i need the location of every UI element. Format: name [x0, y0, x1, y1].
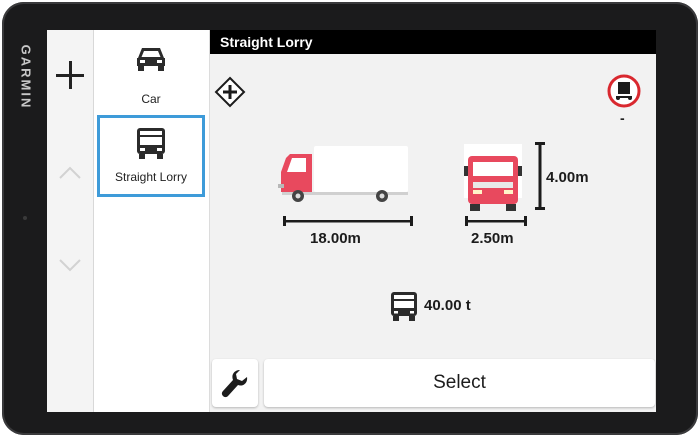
light-sensor [23, 216, 27, 220]
vehicle-details-panel: - 18.00m 2.50m 4.00m 40.00 t Select [210, 54, 656, 412]
vehicle-item-label: Straight Lorry [114, 170, 188, 184]
axle-restriction-value: - [620, 110, 625, 126]
vehicle-profile-list: Car Straight Lorry [94, 30, 210, 412]
height-dimension-line [535, 142, 545, 210]
width-value: 2.50m [471, 230, 514, 247]
page-title: Straight Lorry [220, 34, 313, 50]
car-icon [137, 48, 165, 71]
length-value: 18.00m [310, 230, 361, 247]
header-bar: Straight Lorry [210, 30, 656, 54]
plus-icon[interactable] [55, 60, 85, 90]
vehicle-item-label: Car [141, 92, 161, 106]
chevron-down-icon[interactable] [58, 258, 82, 274]
length-dimension-line [283, 216, 413, 226]
truck-front-view-icon [464, 144, 522, 211]
wrench-icon [221, 370, 248, 398]
weight-value: 40.00 t [424, 297, 471, 314]
settings-button[interactable] [212, 359, 258, 407]
axle-restriction-icon[interactable] [607, 74, 641, 108]
side-control-column [47, 30, 94, 412]
chevron-up-icon[interactable] [58, 164, 82, 180]
vehicle-item-car[interactable]: Car [97, 34, 205, 116]
device-frame: GARMIN Car Straight Lorry Straight Lorry… [2, 2, 698, 435]
height-value: 4.00m [546, 169, 589, 186]
width-dimension-line [465, 216, 527, 226]
hazmat-diamond-icon[interactable] [214, 76, 246, 108]
brand-logo: GARMIN [18, 44, 34, 110]
lorry-icon [137, 128, 165, 159]
screen: Car Straight Lorry Straight Lorry - 18.0… [47, 30, 656, 412]
truck-weight-icon [391, 292, 417, 321]
vehicle-item-straight-lorry[interactable]: Straight Lorry [97, 115, 205, 197]
truck-side-view-icon [278, 146, 408, 202]
select-button[interactable]: Select [264, 359, 655, 407]
